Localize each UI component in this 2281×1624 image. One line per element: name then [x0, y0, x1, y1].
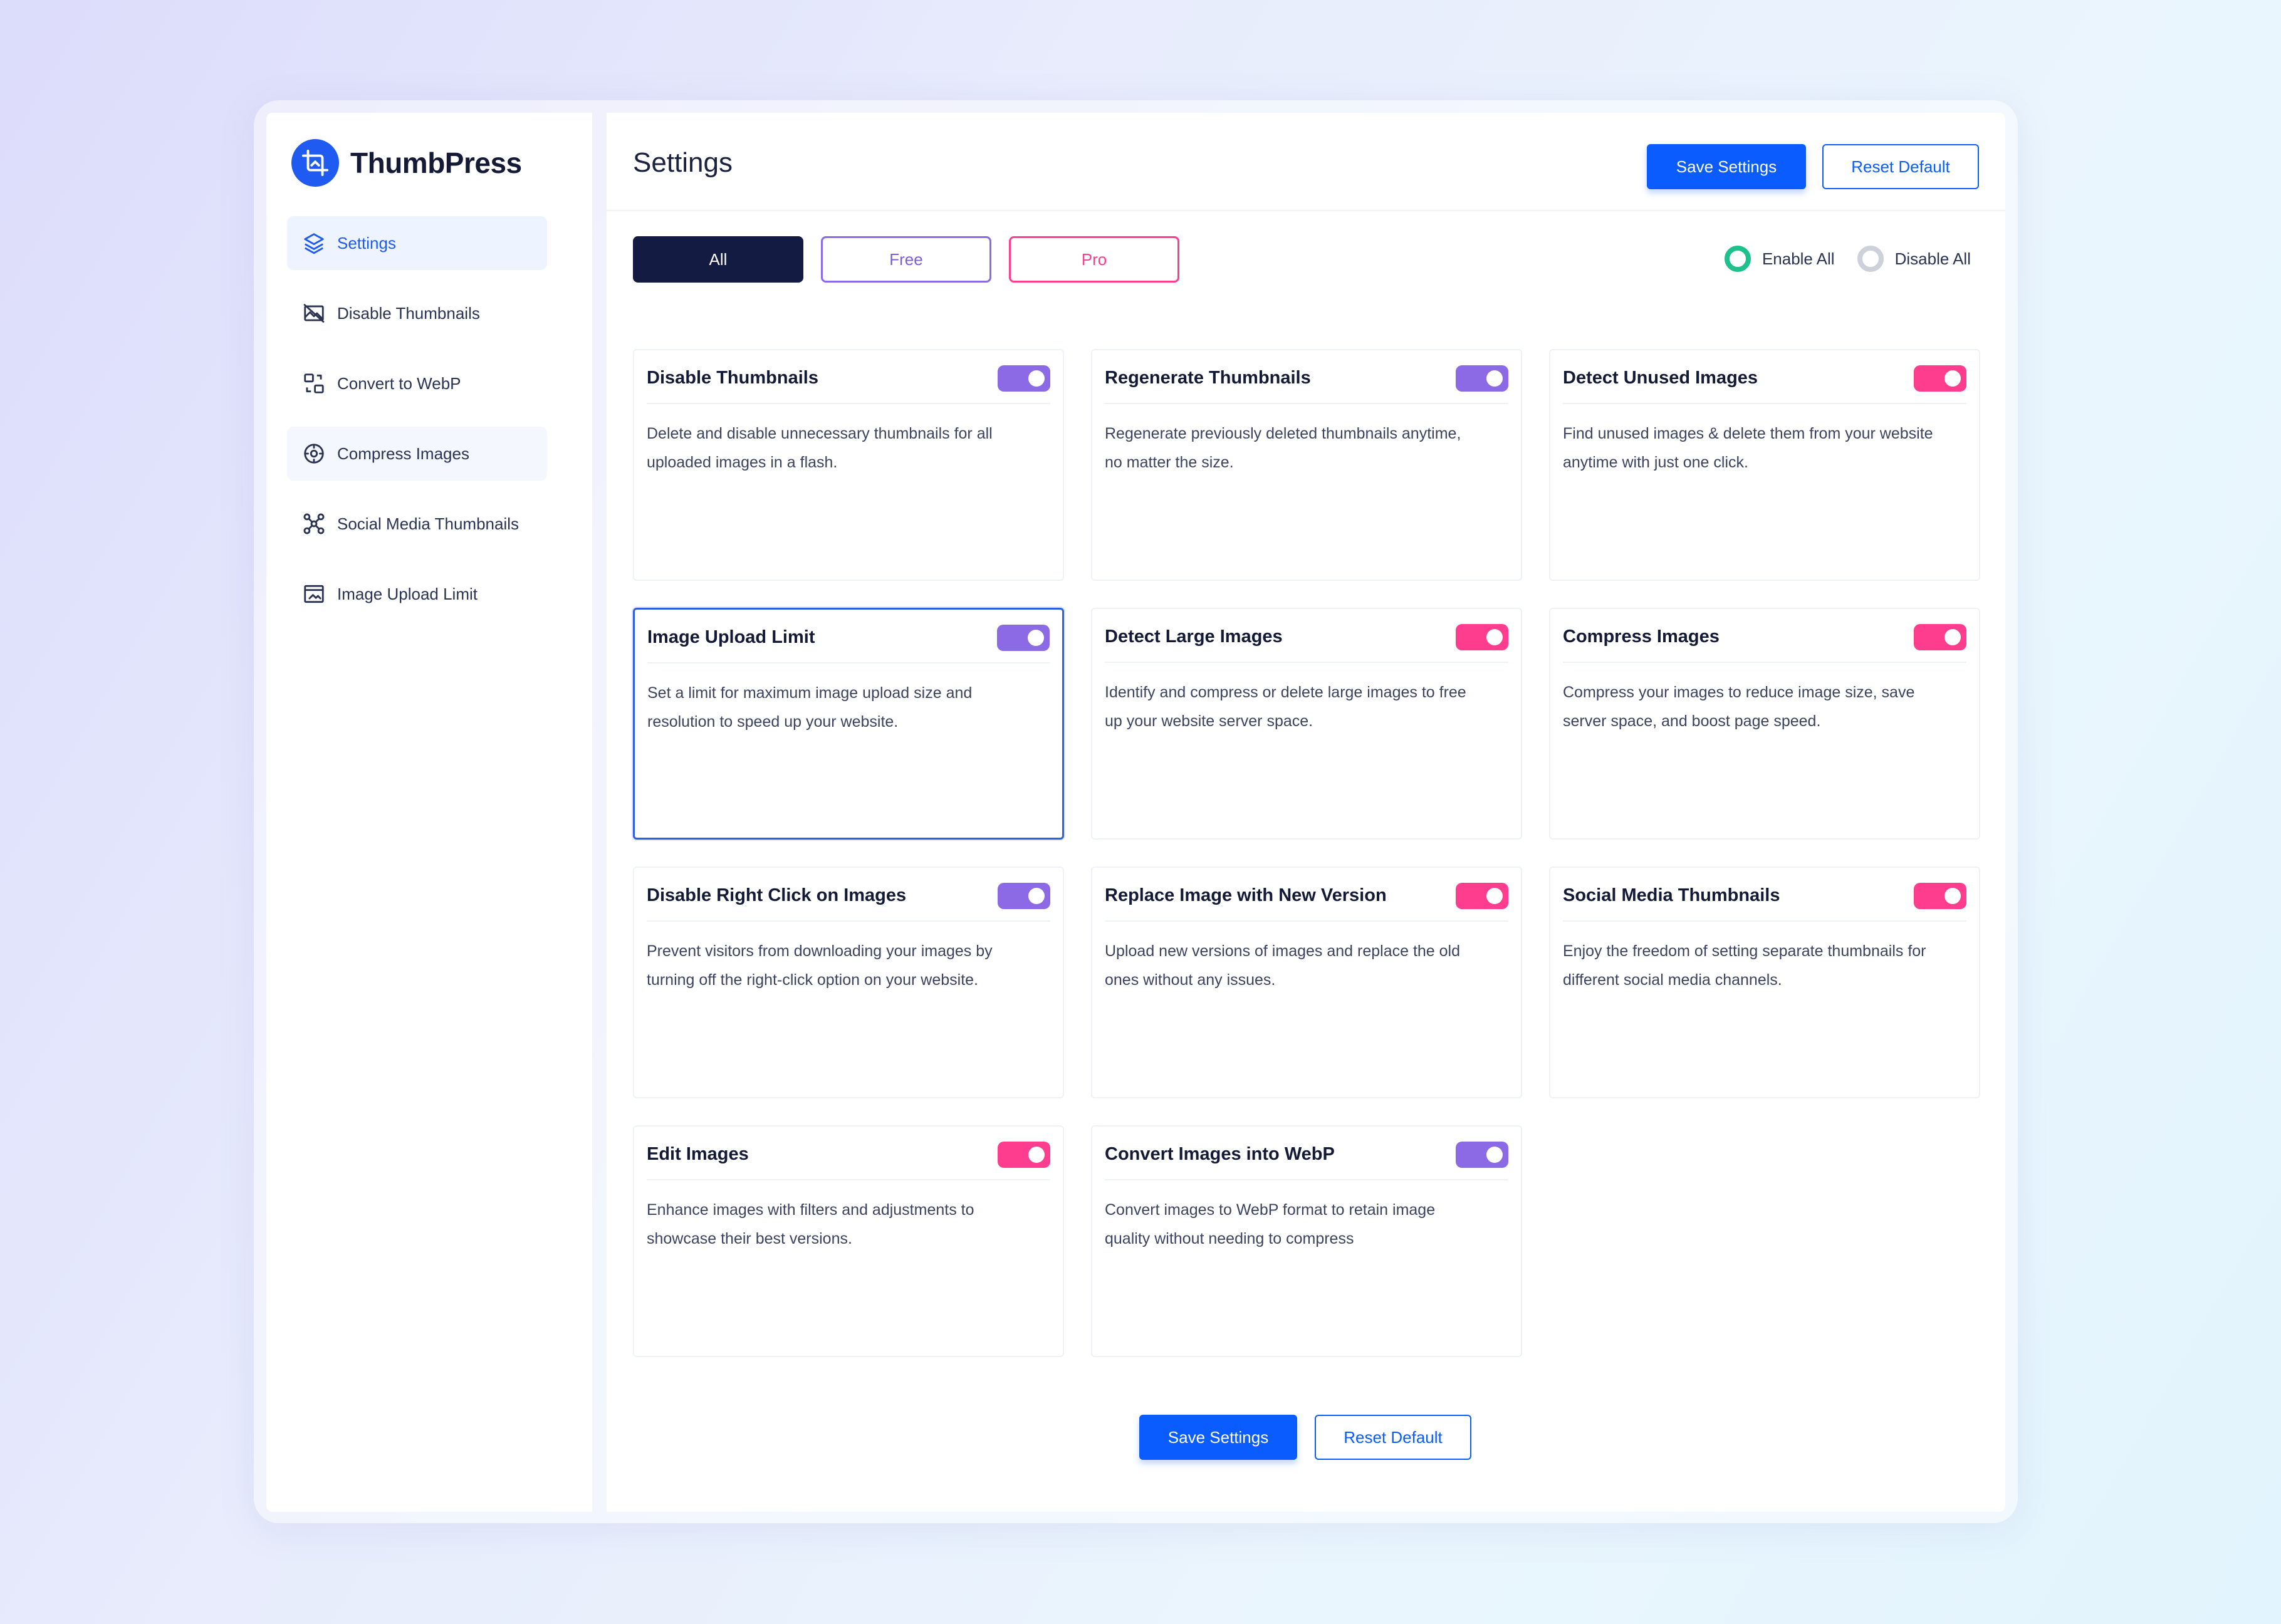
sidebar-item-label: Image Upload Limit	[337, 584, 478, 603]
disable-all-radio[interactable]: Disable All	[1857, 246, 1971, 272]
card-title: Regenerate Thumbnails	[1105, 368, 1311, 388]
card-description: Regenerate previously deleted thumbnails…	[1105, 425, 1461, 471]
footer-reset-default-button[interactable]: Reset Default	[1315, 1415, 1471, 1460]
upload-limit-icon	[304, 585, 324, 603]
feature-card-disable-right-click: Disable Right Click on Images Prevent vi…	[633, 867, 1064, 1098]
sidebar-item-label: Social Media Thumbnails	[337, 514, 519, 533]
footer-save-settings-button[interactable]: Save Settings	[1139, 1415, 1297, 1460]
feature-card-social-media-thumbnails: Social Media Thumbnails Enjoy the freedo…	[1549, 867, 1980, 1098]
filter-free-button[interactable]: Free	[821, 236, 991, 283]
feature-toggle[interactable]	[1914, 365, 1966, 392]
feature-card-detect-unused-images: Detect Unused Images Find unused images …	[1549, 349, 1980, 581]
card-divider	[647, 920, 1050, 922]
radio-selected-icon	[1724, 246, 1751, 272]
card-title: Disable Right Click on Images	[647, 885, 907, 905]
reset-default-button[interactable]: Reset Default	[1822, 144, 1979, 189]
sidebar-item-label: Settings	[337, 233, 396, 252]
feature-card-regenerate-thumbnails: Regenerate Thumbnails Regenerate previou…	[1091, 349, 1522, 581]
sidebar-item-compress-images[interactable]: Compress Images	[287, 427, 547, 481]
card-divider	[1105, 662, 1508, 663]
card-title: Detect Unused Images	[1563, 368, 1758, 388]
crop-icon	[291, 139, 339, 187]
enable-all-label: Enable All	[1762, 249, 1835, 268]
card-divider	[647, 1179, 1050, 1180]
sidebar: ThumbPress Settings Disable Thumbnails C…	[266, 113, 592, 1512]
card-divider	[1563, 662, 1966, 663]
card-description: Upload new versions of images and replac…	[1105, 942, 1461, 989]
card-divider	[1105, 403, 1508, 404]
filter-all-button[interactable]: All	[633, 236, 803, 283]
card-description: Enhance images with filters and adjustme…	[647, 1201, 974, 1247]
compress-icon	[304, 444, 324, 464]
sidebar-item-settings[interactable]: Settings	[287, 216, 547, 270]
card-description: Set a limit for maximum image upload siz…	[647, 684, 973, 731]
card-title: Edit Images	[647, 1144, 749, 1164]
sidebar-item-disable-thumbnails[interactable]: Disable Thumbnails	[287, 286, 547, 340]
feature-toggle[interactable]	[1456, 1142, 1508, 1168]
logo: ThumbPress	[291, 138, 522, 188]
feature-toggle[interactable]	[1914, 624, 1966, 650]
card-description: Convert images to WebP format to retain …	[1105, 1201, 1436, 1247]
sidebar-item-social-media-thumbnails[interactable]: Social Media Thumbnails	[287, 497, 547, 551]
card-title: Detect Large Images	[1105, 627, 1283, 647]
save-settings-button[interactable]: Save Settings	[1647, 144, 1806, 189]
card-divider	[1105, 920, 1508, 922]
card-title: Social Media Thumbnails	[1563, 885, 1780, 905]
page-title: Settings	[633, 147, 733, 178]
card-divider	[1563, 920, 1966, 922]
bulk-toggle-group: Enable All Disable All	[1702, 246, 1971, 272]
card-title: Image Upload Limit	[647, 627, 815, 647]
card-title: Convert Images into WebP	[1105, 1144, 1335, 1164]
sidebar-item-convert-webp[interactable]: Convert to WebP	[287, 357, 547, 410]
card-title: Replace Image with New Version	[1105, 885, 1387, 905]
filter-pro-button[interactable]: Pro	[1009, 236, 1179, 283]
card-description: Compress your images to reduce image siz…	[1563, 684, 1915, 730]
enable-all-radio[interactable]: Enable All	[1724, 246, 1835, 272]
app-name: ThumbPress	[350, 147, 522, 179]
feature-card-convert-webp: Convert Images into WebP Convert images …	[1091, 1125, 1522, 1357]
image-off-icon	[303, 303, 325, 323]
feature-toggle[interactable]	[1456, 883, 1508, 909]
feature-card-detect-large-images: Detect Large Images Identify and compres…	[1091, 608, 1522, 840]
card-divider	[647, 403, 1050, 404]
feature-toggle[interactable]	[1456, 624, 1508, 650]
layers-icon	[304, 233, 324, 254]
feature-card-disable-thumbnails: Disable Thumbnails Delete and disable un…	[633, 349, 1064, 581]
share-nodes-icon	[303, 513, 325, 534]
radio-unselected-icon	[1857, 246, 1884, 272]
feature-card-compress-images: Compress Images Compress your images to …	[1549, 608, 1980, 840]
feature-toggle[interactable]	[997, 625, 1050, 651]
card-description: Enjoy the freedom of setting separate th…	[1563, 942, 1926, 989]
feature-card-replace-image: Replace Image with New Version Upload ne…	[1091, 867, 1522, 1098]
sidebar-item-label: Convert to WebP	[337, 373, 461, 393]
card-title: Compress Images	[1563, 627, 1720, 647]
card-description: Prevent visitors from downloading your i…	[647, 942, 993, 989]
card-divider	[1563, 403, 1966, 404]
feature-toggle[interactable]	[998, 1142, 1050, 1168]
sidebar-item-label: Disable Thumbnails	[337, 303, 480, 323]
feature-toggle[interactable]	[998, 883, 1050, 909]
card-description: Find unused images & delete them from yo…	[1563, 425, 1933, 471]
feature-card-edit-images: Edit Images Enhance images with filters …	[633, 1125, 1064, 1357]
convert-icon	[304, 373, 324, 393]
disable-all-label: Disable All	[1894, 249, 1971, 268]
main-panel: Settings Save Settings Reset Default All…	[607, 113, 2005, 1512]
feature-toggle[interactable]	[998, 365, 1050, 392]
feature-card-image-upload-limit[interactable]: Image Upload Limit Set a limit for maxim…	[633, 608, 1064, 840]
feature-toggle[interactable]	[1456, 365, 1508, 392]
sidebar-item-label: Compress Images	[337, 444, 469, 463]
card-title: Disable Thumbnails	[647, 368, 818, 388]
sidebar-item-image-upload-limit[interactable]: Image Upload Limit	[287, 567, 547, 621]
page-header: Settings Save Settings Reset Default	[607, 113, 2005, 211]
card-description: Identify and compress or delete large im…	[1105, 684, 1466, 730]
card-divider	[1105, 1179, 1508, 1180]
feature-toggle[interactable]	[1914, 883, 1966, 909]
card-description: Delete and disable unnecessary thumbnail…	[647, 425, 993, 471]
card-divider	[647, 662, 1050, 664]
sidebar-nav: Settings Disable Thumbnails Convert to W…	[287, 216, 547, 637]
